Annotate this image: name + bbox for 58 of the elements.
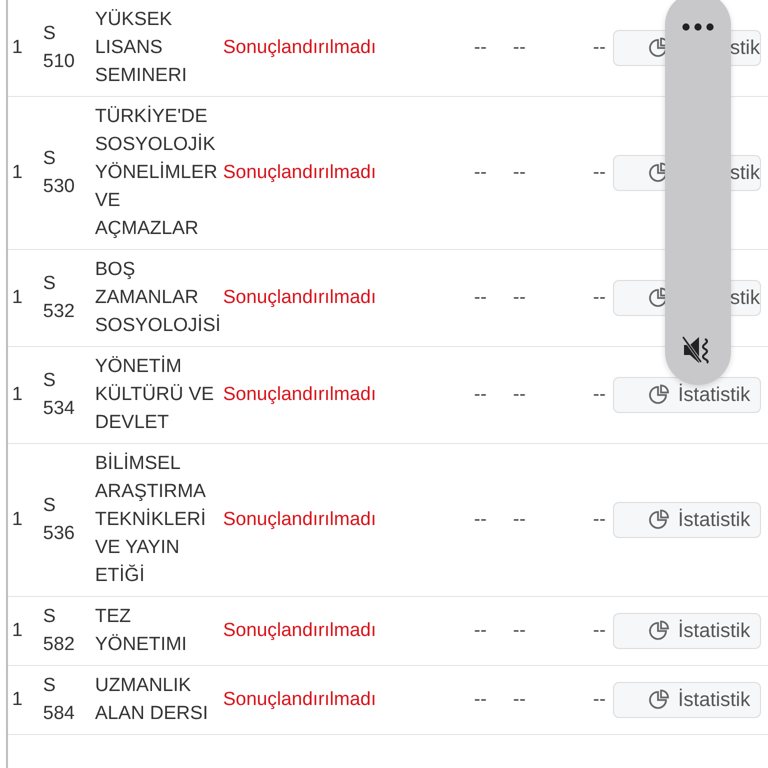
table-cell-text: 1 [11, 688, 24, 712]
pie-chart-icon [648, 509, 670, 531]
course-name: BOŞ ZAMANLAR SOSYOLOJİSİ [95, 258, 222, 338]
table-cell-text: 1 [11, 619, 24, 643]
course-name: YÜKSEK LISANS SEMINERI [95, 8, 188, 88]
table-cell-text: -- [474, 383, 488, 407]
course-name: YÖNETİM KÜLTÜRÜ VE DEVLET [95, 354, 215, 435]
status-text: Sonuçlandırılmadı [223, 286, 378, 310]
course-code: S 584 [43, 674, 76, 726]
table-cell-text: -- [593, 619, 607, 643]
table-cell-text: -- [593, 508, 607, 532]
course-code: S 532 [43, 272, 76, 324]
table-cell-text: -- [474, 508, 488, 532]
course-name: UZMANLIK ALAN DERSI [95, 674, 209, 726]
table-cell-text: 1 [11, 161, 24, 185]
table-cell-text: -- [474, 36, 488, 60]
table-cell-text: -- [513, 36, 527, 60]
course-code: S 530 [43, 147, 76, 199]
statistics-button[interactable]: İstatistik [613, 682, 761, 718]
table-cell-text: -- [593, 161, 607, 185]
course-name: TÜRKİYE'DE SOSYOLOJİK YÖNELİMLER VE AÇMAZLAR [95, 104, 218, 241]
table-cell-text: -- [474, 161, 488, 185]
table-cell-text: -- [593, 36, 607, 60]
pie-chart-icon [648, 384, 670, 406]
course-code: S 582 [43, 605, 76, 657]
table-cell-text: 1 [11, 36, 24, 60]
table-cell-text: -- [474, 688, 488, 712]
course-name: TEZ YÖNETIMI [95, 605, 188, 657]
table-cell-text: -- [513, 383, 527, 407]
status-text: Sonuçlandırılmadı [223, 36, 378, 60]
table-cell-text: 1 [11, 286, 24, 310]
status-text: Sonuçlandırılmadı [223, 688, 378, 712]
table-cell-text: -- [593, 286, 607, 310]
statistics-button[interactable]: İstatistik [613, 377, 761, 413]
table-cell-text: 1 [11, 508, 24, 532]
course-name: BİLİMSEL ARAŞTIRMA TEKNİKLERİ VE YAYIN ETİĞİ [95, 452, 207, 588]
table-cell-text: -- [474, 286, 488, 310]
table-cell-text: -- [513, 688, 527, 712]
table-cell-text: -- [513, 619, 527, 643]
status-text: Sonuçlandırılmadı [223, 383, 378, 407]
status-text: Sonuçlandırılmadı [223, 619, 378, 643]
table-cell-text: 1 [11, 383, 24, 407]
status-text: Sonuçlandırılmadı [223, 161, 378, 185]
table-cell-text: -- [593, 688, 607, 712]
statistics-button[interactable]: İstatistik [613, 502, 761, 538]
table-cell-text: -- [513, 508, 527, 532]
more-icon[interactable] [681, 22, 715, 32]
pie-chart-icon [648, 620, 670, 642]
table-cell-text: -- [593, 383, 607, 407]
statistics-button[interactable]: İstatistik [613, 613, 761, 649]
table-cell-text: -- [513, 161, 527, 185]
course-code: S 510 [43, 22, 76, 74]
table-cell-text: -- [513, 286, 527, 310]
pie-chart-icon [648, 689, 670, 711]
course-code: S 536 [43, 494, 76, 546]
table-cell-text: -- [474, 619, 488, 643]
course-code: S 534 [43, 369, 76, 421]
status-text: Sonuçlandırılmadı [223, 508, 378, 532]
